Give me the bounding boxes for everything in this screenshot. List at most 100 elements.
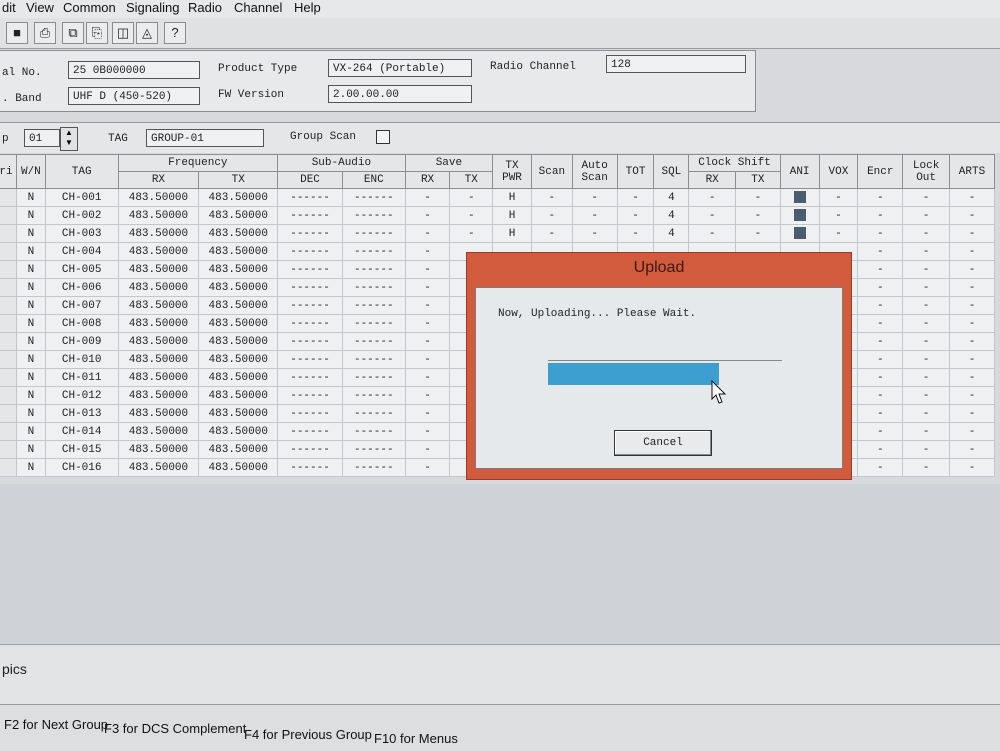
row-header[interactable] [0,440,17,459]
menu-view[interactable]: View [26,0,54,15]
menu-channel[interactable]: Channel [234,0,282,15]
cell-encr[interactable]: - [857,332,904,351]
cell-tx[interactable]: 483.50000 [198,368,279,387]
cell-tag[interactable]: CH-011 [44,368,119,387]
row-header[interactable] [0,458,17,477]
cell-srx[interactable]: - [404,314,451,333]
cell-pwr[interactable]: H [492,206,532,225]
cell-tot[interactable]: - [616,188,655,207]
cell-rx[interactable]: 483.50000 [117,314,200,333]
cell-srx[interactable]: - [404,422,451,441]
cell-srx[interactable]: - [404,242,451,261]
cell-dec[interactable]: ------ [277,422,343,441]
cell-auto[interactable]: - [571,206,618,225]
cell-encr[interactable]: - [857,188,904,207]
cell-tx[interactable]: 483.50000 [198,332,279,351]
cell-ani[interactable] [779,188,820,207]
cell-crx[interactable]: - [688,224,737,243]
cell-arts[interactable]: - [949,296,995,315]
cell-srx[interactable]: - [404,332,451,351]
cell-rx[interactable]: 483.50000 [117,404,200,423]
cell-encr[interactable]: - [857,404,904,423]
cell-dec[interactable]: ------ [277,458,343,477]
cell-tx[interactable]: 483.50000 [198,296,279,315]
cell-dec[interactable]: ------ [277,224,343,243]
cell-tag[interactable]: CH-006 [44,278,119,297]
cell-enc[interactable]: ------ [341,278,406,297]
cell-wn[interactable]: N [15,278,46,297]
cell-lock[interactable]: - [902,422,950,441]
cell-tag[interactable]: CH-014 [44,422,119,441]
cell-ani[interactable] [779,206,820,225]
cell-enc[interactable]: ------ [341,314,406,333]
cell-tag[interactable]: CH-015 [44,440,119,459]
cell-scan[interactable]: - [530,188,573,207]
cell-sql[interactable]: 4 [653,188,690,207]
cell-auto[interactable]: - [571,224,618,243]
cell-enc[interactable]: ------ [341,368,406,387]
cell-rx[interactable]: 483.50000 [117,332,200,351]
cell-ctx[interactable]: - [735,206,781,225]
cell-enc[interactable]: ------ [341,386,406,405]
cell-rx[interactable]: 483.50000 [117,242,200,261]
cell-arts[interactable]: - [949,188,995,207]
cell-dec[interactable]: ------ [277,404,343,423]
group-spinner[interactable]: ▲ ▼ [60,127,78,151]
cell-tag[interactable]: CH-012 [44,386,119,405]
cell-srx[interactable]: - [404,278,451,297]
cell-enc[interactable]: ------ [341,440,406,459]
cell-dec[interactable]: ------ [277,440,343,459]
cell-wn[interactable]: N [15,422,46,441]
cell-arts[interactable]: - [949,242,995,261]
cell-rx[interactable]: 483.50000 [117,440,200,459]
cell-encr[interactable]: - [857,242,904,261]
cell-dec[interactable]: ------ [277,386,343,405]
cell-lock[interactable]: - [902,458,950,477]
table-row[interactable]: N CH-003 483.50000 483.50000 ------ ------ - - H… [0,224,995,243]
cell-ctx[interactable]: - [735,224,781,243]
menu-help[interactable]: Help [294,0,321,15]
cell-enc[interactable]: ------ [341,458,406,477]
cell-arts[interactable]: - [949,458,995,477]
cell-enc[interactable]: ------ [341,404,406,423]
cell-dec[interactable]: ------ [277,206,343,225]
row-header[interactable] [0,332,17,351]
cell-tag[interactable]: CH-001 [44,188,119,207]
save-icon[interactable]: ■ [6,22,28,44]
cancel-button[interactable]: Cancel [614,430,712,456]
cell-stx[interactable]: - [449,206,494,225]
table-row[interactable]: N CH-002 483.50000 483.50000 ------ ------ - - H… [0,206,995,225]
cell-lock[interactable]: - [902,260,950,279]
cell-tx[interactable]: 483.50000 [198,440,279,459]
cell-tag[interactable]: CH-003 [44,224,119,243]
cell-srx[interactable]: - [404,296,451,315]
cell-enc[interactable]: ------ [341,350,406,369]
cell-dec[interactable]: ------ [277,332,343,351]
cell-arts[interactable]: - [949,350,995,369]
group-number-field[interactable]: 01 [24,129,60,147]
cell-tag[interactable]: CH-009 [44,332,119,351]
cell-wn[interactable]: N [15,224,46,243]
cell-rx[interactable]: 483.50000 [117,386,200,405]
cell-lock[interactable]: - [902,242,950,261]
cell-arts[interactable]: - [949,332,995,351]
cell-vox[interactable]: - [818,188,859,207]
cell-arts[interactable]: - [949,404,995,423]
menu-edit[interactable]: dit [2,0,16,15]
cell-encr[interactable]: - [857,458,904,477]
cell-enc[interactable]: ------ [341,260,406,279]
cell-encr[interactable]: - [857,278,904,297]
group-tag-field[interactable]: GROUP-01 [146,129,264,147]
cell-srx[interactable]: - [404,440,451,459]
cell-tx[interactable]: 483.50000 [198,458,279,477]
cell-enc[interactable]: ------ [341,188,406,207]
row-header[interactable] [0,386,17,405]
cell-wn[interactable]: N [15,458,46,477]
cell-tag[interactable]: CH-004 [44,242,119,261]
cell-ctx[interactable]: - [735,188,781,207]
cell-lock[interactable]: - [902,278,950,297]
cell-tag[interactable]: CH-010 [44,350,119,369]
cell-wn[interactable]: N [15,386,46,405]
cell-crx[interactable]: - [688,188,737,207]
group-scan-checkbox[interactable] [376,130,390,144]
